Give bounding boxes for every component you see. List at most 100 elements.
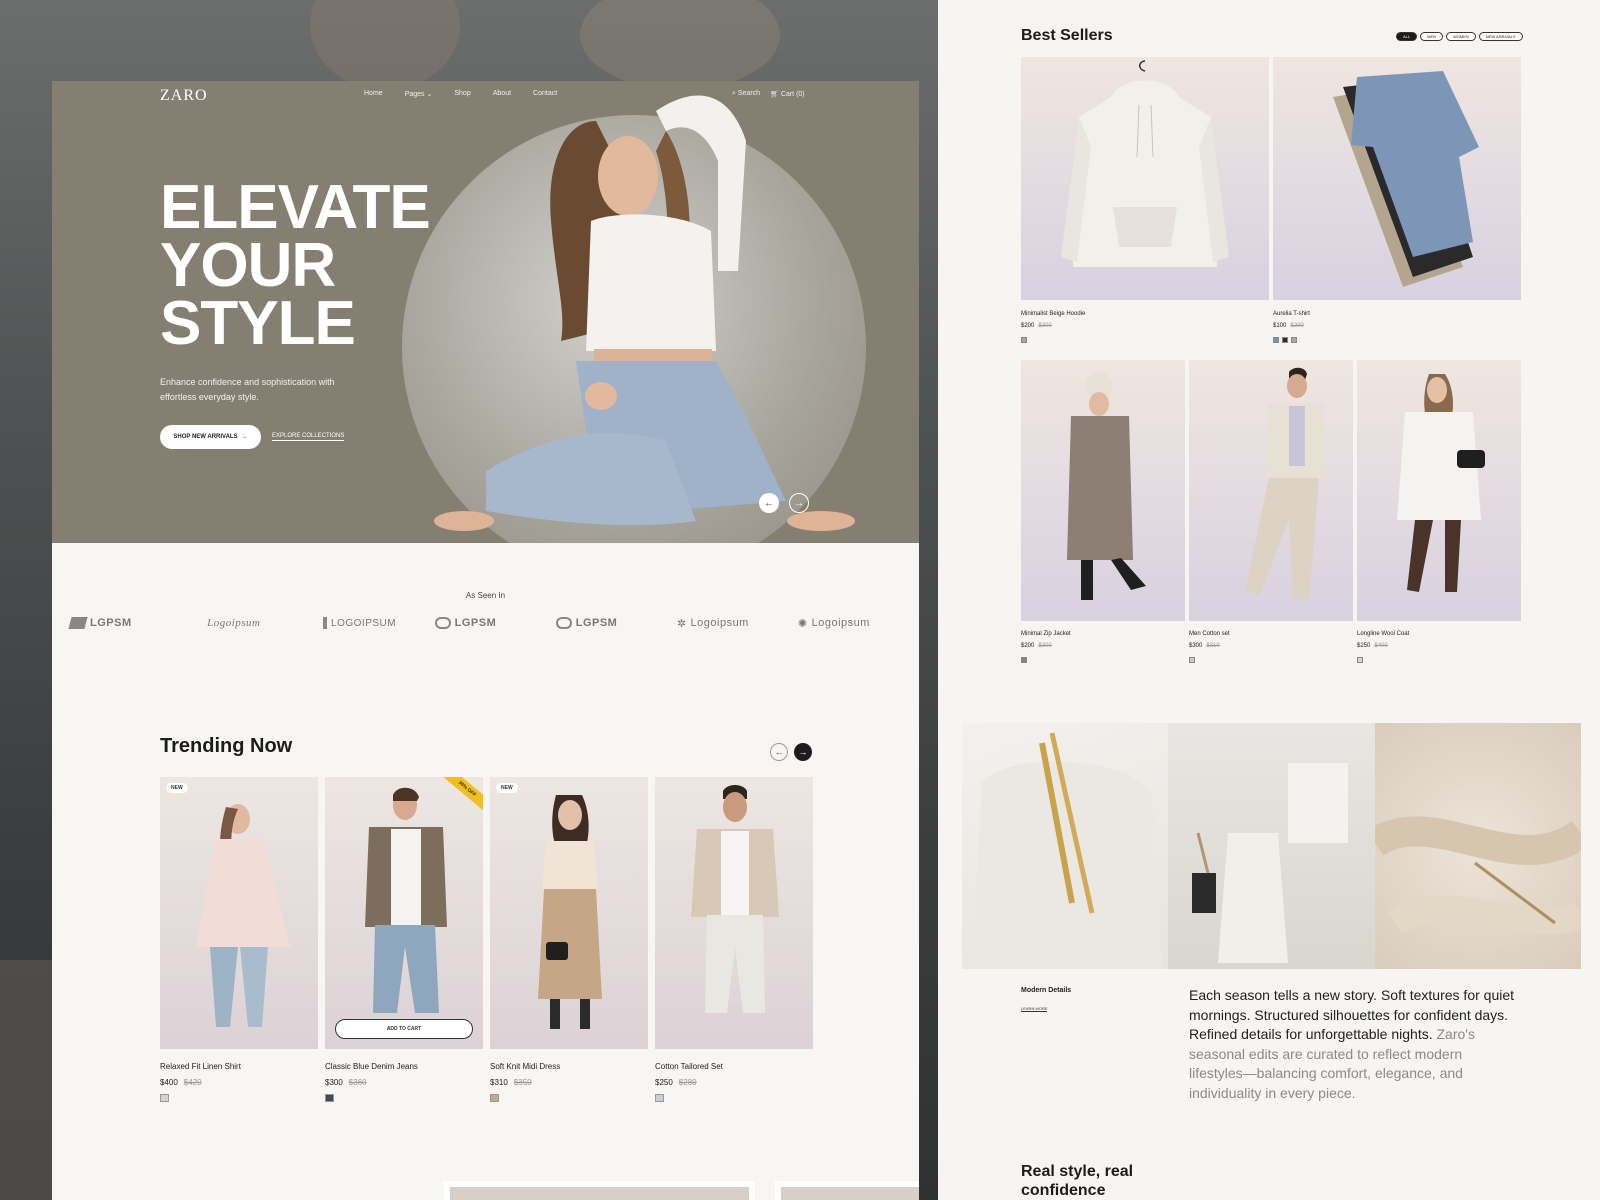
product-photo: [1333, 71, 1479, 287]
product-card[interactable]: 30% OFF ADD TO CART Classic Blue Denim J…: [325, 777, 483, 1102]
product-image[interactable]: [655, 777, 813, 1049]
color-swatch[interactable]: [1273, 337, 1279, 343]
learn-more-link[interactable]: LEARN MORE: [1021, 1006, 1048, 1012]
old-price: $350: [513, 1078, 532, 1087]
explore-collections-link[interactable]: EXPLORE COLLECTIONS: [272, 433, 345, 441]
homepage-mockup: ZARO Home Pages ⌄ Shop About Contact ⌕ S…: [52, 81, 919, 1200]
cart-icon: 🛒︎: [770, 91, 779, 98]
shop-new-arrivals-button[interactable]: SHOP NEW ARRIVALS →: [160, 425, 261, 449]
background-blur-shape: [0, 960, 60, 1200]
product-name[interactable]: Longline Wool Coat: [1357, 631, 1409, 637]
product-name[interactable]: Men Cotton set: [1189, 631, 1230, 637]
logo-mark-icon: [555, 617, 572, 629]
nav-link-home[interactable]: Home: [364, 90, 383, 98]
product-card[interactable]: Cotton Tailored Set $250 $280: [655, 777, 813, 1102]
logo-mark-icon: [323, 617, 328, 629]
old-price: $300: [1038, 323, 1052, 329]
product-image[interactable]: [1021, 57, 1269, 300]
filter-all[interactable]: ALL: [1396, 32, 1418, 41]
gallery-photo: [1192, 763, 1349, 963]
color-swatch[interactable]: [160, 1094, 169, 1102]
search-label: Search: [737, 90, 761, 97]
press-logo: ✺ Logoipsum: [798, 611, 919, 635]
product-card[interactable]: NEW Soft Knit Midi Dress $310 $350: [490, 777, 648, 1102]
new-badge: NEW: [166, 783, 188, 793]
color-swatch[interactable]: [1291, 337, 1297, 343]
product-name[interactable]: Classic Blue Denim Jeans: [325, 1062, 483, 1071]
product-price: $200 $300: [1021, 643, 1052, 649]
hero-next-button[interactable]: →: [789, 493, 809, 513]
color-swatch[interactable]: [1357, 657, 1363, 663]
brand-logo[interactable]: ZARO: [160, 87, 208, 105]
product-name[interactable]: Cotton Tailored Set: [655, 1062, 813, 1071]
press-logo-text: Logoipsum: [690, 617, 749, 629]
filter-men[interactable]: MEN: [1420, 32, 1444, 41]
product-name[interactable]: Aurelia T-shirt: [1273, 311, 1310, 317]
gallery-image-knit-texture: [1374, 723, 1581, 969]
cart-label: Cart (0): [780, 91, 805, 98]
product-image[interactable]: [1273, 57, 1521, 300]
old-price: $280: [678, 1078, 697, 1087]
old-price: $200: [1290, 323, 1304, 329]
press-logo: Logoipsum: [191, 611, 313, 635]
color-swatch[interactable]: [1021, 337, 1027, 343]
product-name[interactable]: Relaxed Fit Linen Shirt: [160, 1062, 318, 1071]
gallery-image-knit-sweater: [962, 723, 1169, 969]
product-name[interactable]: Soft Knit Midi Dress: [490, 1062, 648, 1071]
add-to-cart-button[interactable]: ADD TO CART: [335, 1019, 473, 1039]
color-swatches: [1021, 337, 1027, 343]
top-navigation: ZARO Home Pages ⌄ Shop About Contact ⌕ S…: [52, 81, 919, 111]
logo-mark-icon: ✺: [797, 617, 808, 630]
color-swatch[interactable]: [655, 1094, 664, 1102]
next-section-preview: [444, 1181, 919, 1200]
trending-prev-button[interactable]: ←: [770, 743, 788, 761]
product-image[interactable]: 30% OFF ADD TO CART: [325, 777, 483, 1049]
nav-links: Home Pages ⌄ Shop About Contact: [364, 90, 557, 98]
hero-section: ZARO Home Pages ⌄ Shop About Contact ⌕ S…: [52, 81, 919, 543]
nav-link-shop[interactable]: Shop: [454, 90, 470, 98]
product-photo: [1061, 60, 1229, 267]
filter-women[interactable]: WOMEN: [1446, 32, 1476, 41]
product-name[interactable]: Minimal Zip Jacket: [1021, 631, 1071, 637]
color-swatch[interactable]: [325, 1094, 334, 1102]
nav-link-contact[interactable]: Contact: [533, 90, 557, 98]
product-price: $200 $300: [1021, 323, 1052, 329]
color-swatch[interactable]: [490, 1094, 499, 1102]
product-photo: [1245, 367, 1327, 600]
product-image[interactable]: [1021, 360, 1185, 621]
best-sellers-title: Best Sellers: [1021, 27, 1113, 44]
filter-new-arrivals[interactable]: NEW ARRIVALS: [1478, 32, 1523, 41]
modern-details-label: Modern Details: [1021, 987, 1072, 994]
nav-link-about[interactable]: About: [493, 90, 511, 98]
color-swatch[interactable]: [1021, 657, 1027, 663]
hero-title: ELEVATE YOUR STYLE: [160, 177, 480, 355]
logo-mark-icon: [68, 617, 88, 629]
color-swatch[interactable]: [1189, 657, 1195, 663]
search-button[interactable]: ⌕ Search: [732, 90, 760, 98]
nav-utility: ⌕ Search 🛒︎ Cart (0): [732, 90, 805, 98]
current-price: $200: [1021, 323, 1035, 329]
product-image[interactable]: NEW: [160, 777, 318, 1049]
color-swatch[interactable]: [1282, 337, 1288, 343]
logo-mark-icon: ✲: [676, 617, 687, 630]
cart-button[interactable]: 🛒︎ Cart (0): [770, 90, 805, 98]
hero-subtitle: Enhance confidence and sophistication wi…: [160, 377, 335, 402]
gallery-photo: [972, 732, 1162, 969]
product-price: $250 $280: [655, 1078, 813, 1087]
hero-prev-button[interactable]: ←: [759, 493, 779, 513]
preview-card: [444, 1181, 755, 1200]
hero-title-line: YOUR: [160, 231, 336, 300]
color-swatches: [1273, 337, 1297, 343]
old-price: $310: [1206, 643, 1220, 649]
trending-next-button[interactable]: →: [794, 743, 812, 761]
product-image[interactable]: [1189, 360, 1353, 621]
press-logo-text: Logoipsum: [207, 617, 261, 629]
preview-image: [781, 1187, 919, 1200]
current-price: $400: [160, 1078, 178, 1087]
product-name[interactable]: Minimalist Beige Hoodie: [1021, 311, 1085, 317]
nav-link-pages[interactable]: Pages ⌄: [405, 90, 433, 98]
product-card[interactable]: NEW Relaxed Fit Linen Shirt $400 $420: [160, 777, 318, 1102]
product-image[interactable]: [1357, 360, 1521, 621]
product-image[interactable]: NEW: [490, 777, 648, 1049]
press-logo: LGPSM: [434, 611, 556, 635]
